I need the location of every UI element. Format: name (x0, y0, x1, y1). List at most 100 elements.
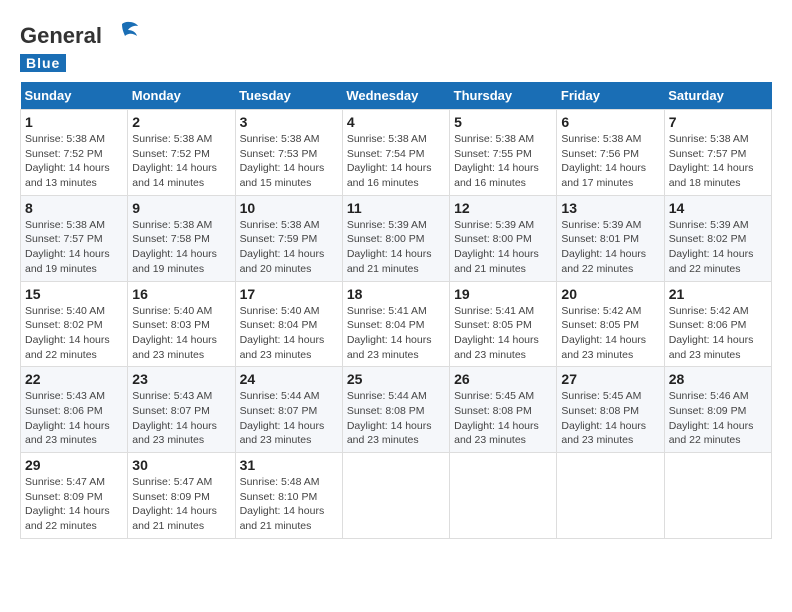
calendar-cell (342, 453, 449, 539)
calendar-week-row: 8 Sunrise: 5:38 AMSunset: 7:57 PMDaylight… (21, 195, 772, 281)
logo-blue-text: Blue (20, 54, 66, 72)
weekday-header: Sunday (21, 82, 128, 110)
day-info: Sunrise: 5:38 AMSunset: 7:57 PMDaylight:… (25, 218, 123, 277)
day-number: 29 (25, 457, 123, 473)
day-number: 8 (25, 200, 123, 216)
day-info: Sunrise: 5:42 AMSunset: 8:06 PMDaylight:… (669, 304, 767, 363)
day-info: Sunrise: 5:41 AMSunset: 8:05 PMDaylight:… (454, 304, 552, 363)
day-info: Sunrise: 5:47 AMSunset: 8:09 PMDaylight:… (132, 475, 230, 534)
calendar-cell: 3 Sunrise: 5:38 AMSunset: 7:53 PMDaylight… (235, 110, 342, 196)
logo-general-text: General (20, 23, 102, 49)
day-info: Sunrise: 5:38 AMSunset: 7:53 PMDaylight:… (240, 132, 338, 191)
day-number: 20 (561, 286, 659, 302)
day-number: 21 (669, 286, 767, 302)
day-number: 15 (25, 286, 123, 302)
day-number: 16 (132, 286, 230, 302)
calendar-cell: 8 Sunrise: 5:38 AMSunset: 7:57 PMDaylight… (21, 195, 128, 281)
calendar-cell: 15Sunrise: 5:40 AMSunset: 8:02 PMDayligh… (21, 281, 128, 367)
day-info: Sunrise: 5:38 AMSunset: 7:58 PMDaylight:… (132, 218, 230, 277)
calendar-cell: 26 Sunrise: 5:45 AMSunset: 8:08 PMDayligh… (450, 367, 557, 453)
day-info: Sunrise: 5:45 AMSunset: 8:08 PMDaylight:… (561, 389, 659, 448)
day-number: 13 (561, 200, 659, 216)
day-info: Sunrise: 5:40 AMSunset: 8:04 PMDaylight:… (240, 304, 338, 363)
day-info: Sunrise: 5:44 AMSunset: 8:08 PMDaylight:… (347, 389, 445, 448)
day-info: Sunrise: 5:45 AMSunset: 8:08 PMDaylight:… (454, 389, 552, 448)
day-info: Sunrise: 5:44 AMSunset: 8:07 PMDaylight:… (240, 389, 338, 448)
day-number: 1 (25, 114, 123, 130)
calendar-header-row: SundayMondayTuesdayWednesdayThursdayFrid… (21, 82, 772, 110)
day-info: Sunrise: 5:48 AMSunset: 8:10 PMDaylight:… (240, 475, 338, 534)
calendar-cell: 14 Sunrise: 5:39 AMSunset: 8:02 PMDayligh… (664, 195, 771, 281)
day-info: Sunrise: 5:39 AMSunset: 8:02 PMDaylight:… (669, 218, 767, 277)
day-number: 14 (669, 200, 767, 216)
day-number: 30 (132, 457, 230, 473)
calendar-cell: 23Sunrise: 5:43 AMSunset: 8:07 PMDayligh… (128, 367, 235, 453)
day-number: 9 (132, 200, 230, 216)
day-number: 26 (454, 371, 552, 387)
day-info: Sunrise: 5:38 AMSunset: 7:57 PMDaylight:… (669, 132, 767, 191)
weekday-header: Monday (128, 82, 235, 110)
calendar-cell (664, 453, 771, 539)
day-number: 3 (240, 114, 338, 130)
calendar-cell: 27 Sunrise: 5:45 AMSunset: 8:08 PMDayligh… (557, 367, 664, 453)
day-number: 5 (454, 114, 552, 130)
calendar-cell: 5 Sunrise: 5:38 AMSunset: 7:55 PMDaylight… (450, 110, 557, 196)
day-number: 11 (347, 200, 445, 216)
day-info: Sunrise: 5:42 AMSunset: 8:05 PMDaylight:… (561, 304, 659, 363)
logo-bird-icon (104, 16, 140, 52)
day-info: Sunrise: 5:38 AMSunset: 7:56 PMDaylight:… (561, 132, 659, 191)
weekday-header: Thursday (450, 82, 557, 110)
day-number: 22 (25, 371, 123, 387)
calendar-week-row: 15Sunrise: 5:40 AMSunset: 8:02 PMDayligh… (21, 281, 772, 367)
calendar-cell: 31 Sunrise: 5:48 AMSunset: 8:10 PMDayligh… (235, 453, 342, 539)
calendar-cell: 25 Sunrise: 5:44 AMSunset: 8:08 PMDayligh… (342, 367, 449, 453)
calendar-cell: 9 Sunrise: 5:38 AMSunset: 7:58 PMDaylight… (128, 195, 235, 281)
day-number: 7 (669, 114, 767, 130)
calendar-cell: 19 Sunrise: 5:41 AMSunset: 8:05 PMDayligh… (450, 281, 557, 367)
day-info: Sunrise: 5:38 AMSunset: 7:52 PMDaylight:… (132, 132, 230, 191)
day-number: 19 (454, 286, 552, 302)
calendar-cell: 4 Sunrise: 5:38 AMSunset: 7:54 PMDaylight… (342, 110, 449, 196)
day-number: 27 (561, 371, 659, 387)
calendar-cell (450, 453, 557, 539)
calendar-cell: 11 Sunrise: 5:39 AMSunset: 8:00 PMDayligh… (342, 195, 449, 281)
day-info: Sunrise: 5:38 AMSunset: 7:55 PMDaylight:… (454, 132, 552, 191)
day-info: Sunrise: 5:46 AMSunset: 8:09 PMDaylight:… (669, 389, 767, 448)
day-info: Sunrise: 5:47 AMSunset: 8:09 PMDaylight:… (25, 475, 123, 534)
calendar-cell: 7 Sunrise: 5:38 AMSunset: 7:57 PMDaylight… (664, 110, 771, 196)
day-info: Sunrise: 5:38 AMSunset: 7:54 PMDaylight:… (347, 132, 445, 191)
day-info: Sunrise: 5:40 AMSunset: 8:03 PMDaylight:… (132, 304, 230, 363)
day-info: Sunrise: 5:39 AMSunset: 8:00 PMDaylight:… (454, 218, 552, 277)
calendar-cell: 22 Sunrise: 5:43 AMSunset: 8:06 PMDayligh… (21, 367, 128, 453)
day-number: 2 (132, 114, 230, 130)
calendar-cell: 10 Sunrise: 5:38 AMSunset: 7:59 PMDayligh… (235, 195, 342, 281)
day-info: Sunrise: 5:38 AMSunset: 7:59 PMDaylight:… (240, 218, 338, 277)
day-number: 18 (347, 286, 445, 302)
calendar-cell (557, 453, 664, 539)
calendar-cell: 13 Sunrise: 5:39 AMSunset: 8:01 PMDayligh… (557, 195, 664, 281)
header: General Blue (20, 20, 772, 72)
calendar-cell: 6 Sunrise: 5:38 AMSunset: 7:56 PMDaylight… (557, 110, 664, 196)
day-info: Sunrise: 5:43 AMSunset: 8:07 PMDaylight:… (132, 389, 230, 448)
day-number: 6 (561, 114, 659, 130)
day-number: 31 (240, 457, 338, 473)
calendar-week-row: 29 Sunrise: 5:47 AMSunset: 8:09 PMDayligh… (21, 453, 772, 539)
day-number: 28 (669, 371, 767, 387)
calendar-cell: 21 Sunrise: 5:42 AMSunset: 8:06 PMDayligh… (664, 281, 771, 367)
day-info: Sunrise: 5:39 AMSunset: 8:00 PMDaylight:… (347, 218, 445, 277)
calendar-cell: 24Sunrise: 5:44 AMSunset: 8:07 PMDayligh… (235, 367, 342, 453)
day-info: Sunrise: 5:43 AMSunset: 8:06 PMDaylight:… (25, 389, 123, 448)
day-info: Sunrise: 5:39 AMSunset: 8:01 PMDaylight:… (561, 218, 659, 277)
day-info: Sunrise: 5:38 AMSunset: 7:52 PMDaylight:… (25, 132, 123, 191)
calendar-cell: 20 Sunrise: 5:42 AMSunset: 8:05 PMDayligh… (557, 281, 664, 367)
calendar-table: SundayMondayTuesdayWednesdayThursdayFrid… (20, 82, 772, 539)
calendar-cell: 1 Sunrise: 5:38 AMSunset: 7:52 PMDaylight… (21, 110, 128, 196)
day-number: 25 (347, 371, 445, 387)
weekday-header: Friday (557, 82, 664, 110)
calendar-cell: 17Sunrise: 5:40 AMSunset: 8:04 PMDayligh… (235, 281, 342, 367)
logo: General Blue (20, 20, 140, 72)
day-number: 12 (454, 200, 552, 216)
calendar-week-row: 1 Sunrise: 5:38 AMSunset: 7:52 PMDaylight… (21, 110, 772, 196)
day-number: 4 (347, 114, 445, 130)
day-number: 10 (240, 200, 338, 216)
